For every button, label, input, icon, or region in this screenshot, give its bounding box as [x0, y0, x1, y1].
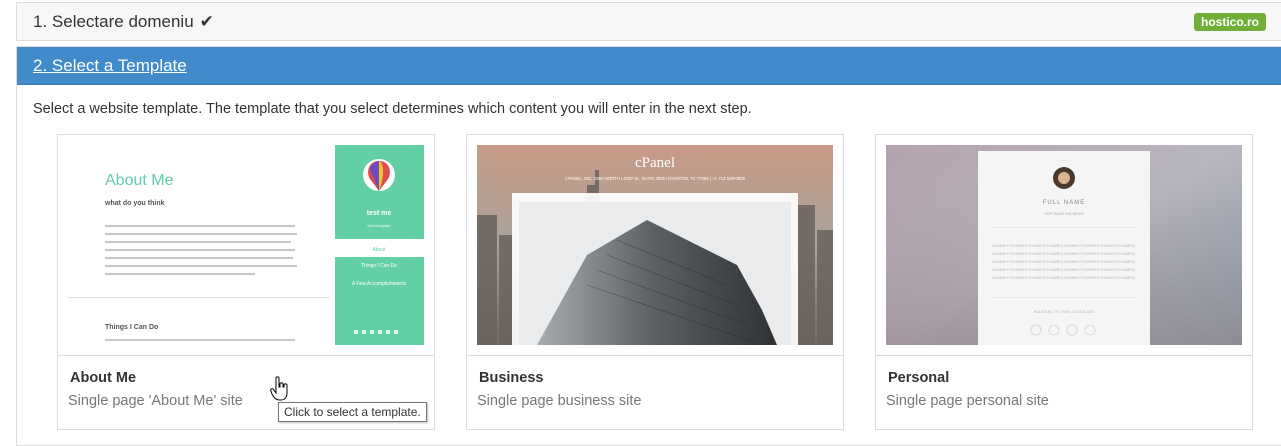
preview-address: CPANEL, INC. 2550 NORTH LOOP W., SUITE 4…	[565, 176, 746, 181]
template-name: About Me	[70, 370, 137, 386]
preview-sample-line: EXAMPLE EXAMPLE EXAMPLE EXAMPLE EXAMPLE …	[993, 260, 1136, 264]
card-divider	[467, 355, 843, 356]
step-1-bar[interactable]: 1. Selectare domeniu ✔ hostico.ro	[16, 2, 1281, 41]
template-name: Personal	[888, 370, 950, 386]
intro-text: Select a website template. The template …	[33, 101, 752, 117]
step-1-label[interactable]: 1. Selectare domeniu ✔	[33, 12, 214, 32]
preview-sample-line: EXAMPLE EXAMPLE EXAMPLE EXAMPLE EXAMPLE …	[993, 252, 1136, 256]
preview-side-item-2: A Few Accomplishments	[352, 281, 407, 287]
preview-subheading: what do you think	[104, 200, 165, 207]
template-preview-personal: FULL NAME SOFTWARE ENGINEER EXAMPLE EXAM…	[886, 145, 1242, 345]
card-divider	[58, 355, 434, 356]
preview-person-role: SOFTWARE ENGINEER	[1045, 212, 1084, 216]
preview-location: HOUSTON, TX 77098 | 713-529-2670	[1034, 310, 1095, 314]
template-name: Business	[479, 370, 544, 386]
step-2-header: 2. Select a Template	[17, 47, 1281, 85]
preview-heading: About Me	[105, 172, 174, 189]
template-preview-about-me: About Me what do you think Things I Can …	[68, 145, 424, 345]
preview-sample-line: EXAMPLE EXAMPLE EXAMPLE EXAMPLE EXAMPLE …	[993, 276, 1136, 280]
tooltip: Click to select a template.	[278, 402, 427, 422]
template-card-about-me[interactable]: About Me what do you think Things I Can …	[57, 134, 435, 430]
template-card-personal[interactable]: FULL NAME SOFTWARE ENGINEER EXAMPLE EXAM…	[875, 134, 1253, 430]
preview-side-item-1: Things I Can Do	[361, 263, 397, 269]
preview-person-name: FULL NAME	[1043, 200, 1085, 206]
step-2-panel: 2. Select a Template Select a website te…	[16, 46, 1281, 446]
preview-brand: cPanel	[635, 155, 675, 171]
preview-side-name: test me	[367, 210, 392, 217]
template-description: Single page business site	[477, 393, 642, 409]
preview-side-subtitle: test template	[368, 223, 392, 228]
card-divider	[876, 355, 1252, 356]
template-preview-business: cPanel CPANEL, INC. 2550 NORTH LOOP W., …	[477, 145, 833, 345]
brand-badge: hostico.ro	[1193, 13, 1266, 31]
step-2-title[interactable]: 2. Select a Template	[33, 56, 187, 76]
preview-section-heading: Things I Can Do	[105, 324, 158, 331]
template-description: Single page personal site	[886, 393, 1049, 409]
preview-sample-line: EXAMPLE EXAMPLE EXAMPLE EXAMPLE EXAMPLE …	[993, 268, 1136, 272]
preview-sample-line: EXAMPLE EXAMPLE EXAMPLE EXAMPLE EXAMPLE …	[993, 244, 1136, 248]
preview-side-link: About	[372, 247, 386, 253]
template-description: Single page 'About Me' site	[68, 393, 243, 409]
template-card-business[interactable]: cPanel CPANEL, INC. 2550 NORTH LOOP W., …	[466, 134, 844, 430]
check-icon: ✔	[199, 12, 214, 31]
hand-cursor-icon	[270, 376, 288, 401]
